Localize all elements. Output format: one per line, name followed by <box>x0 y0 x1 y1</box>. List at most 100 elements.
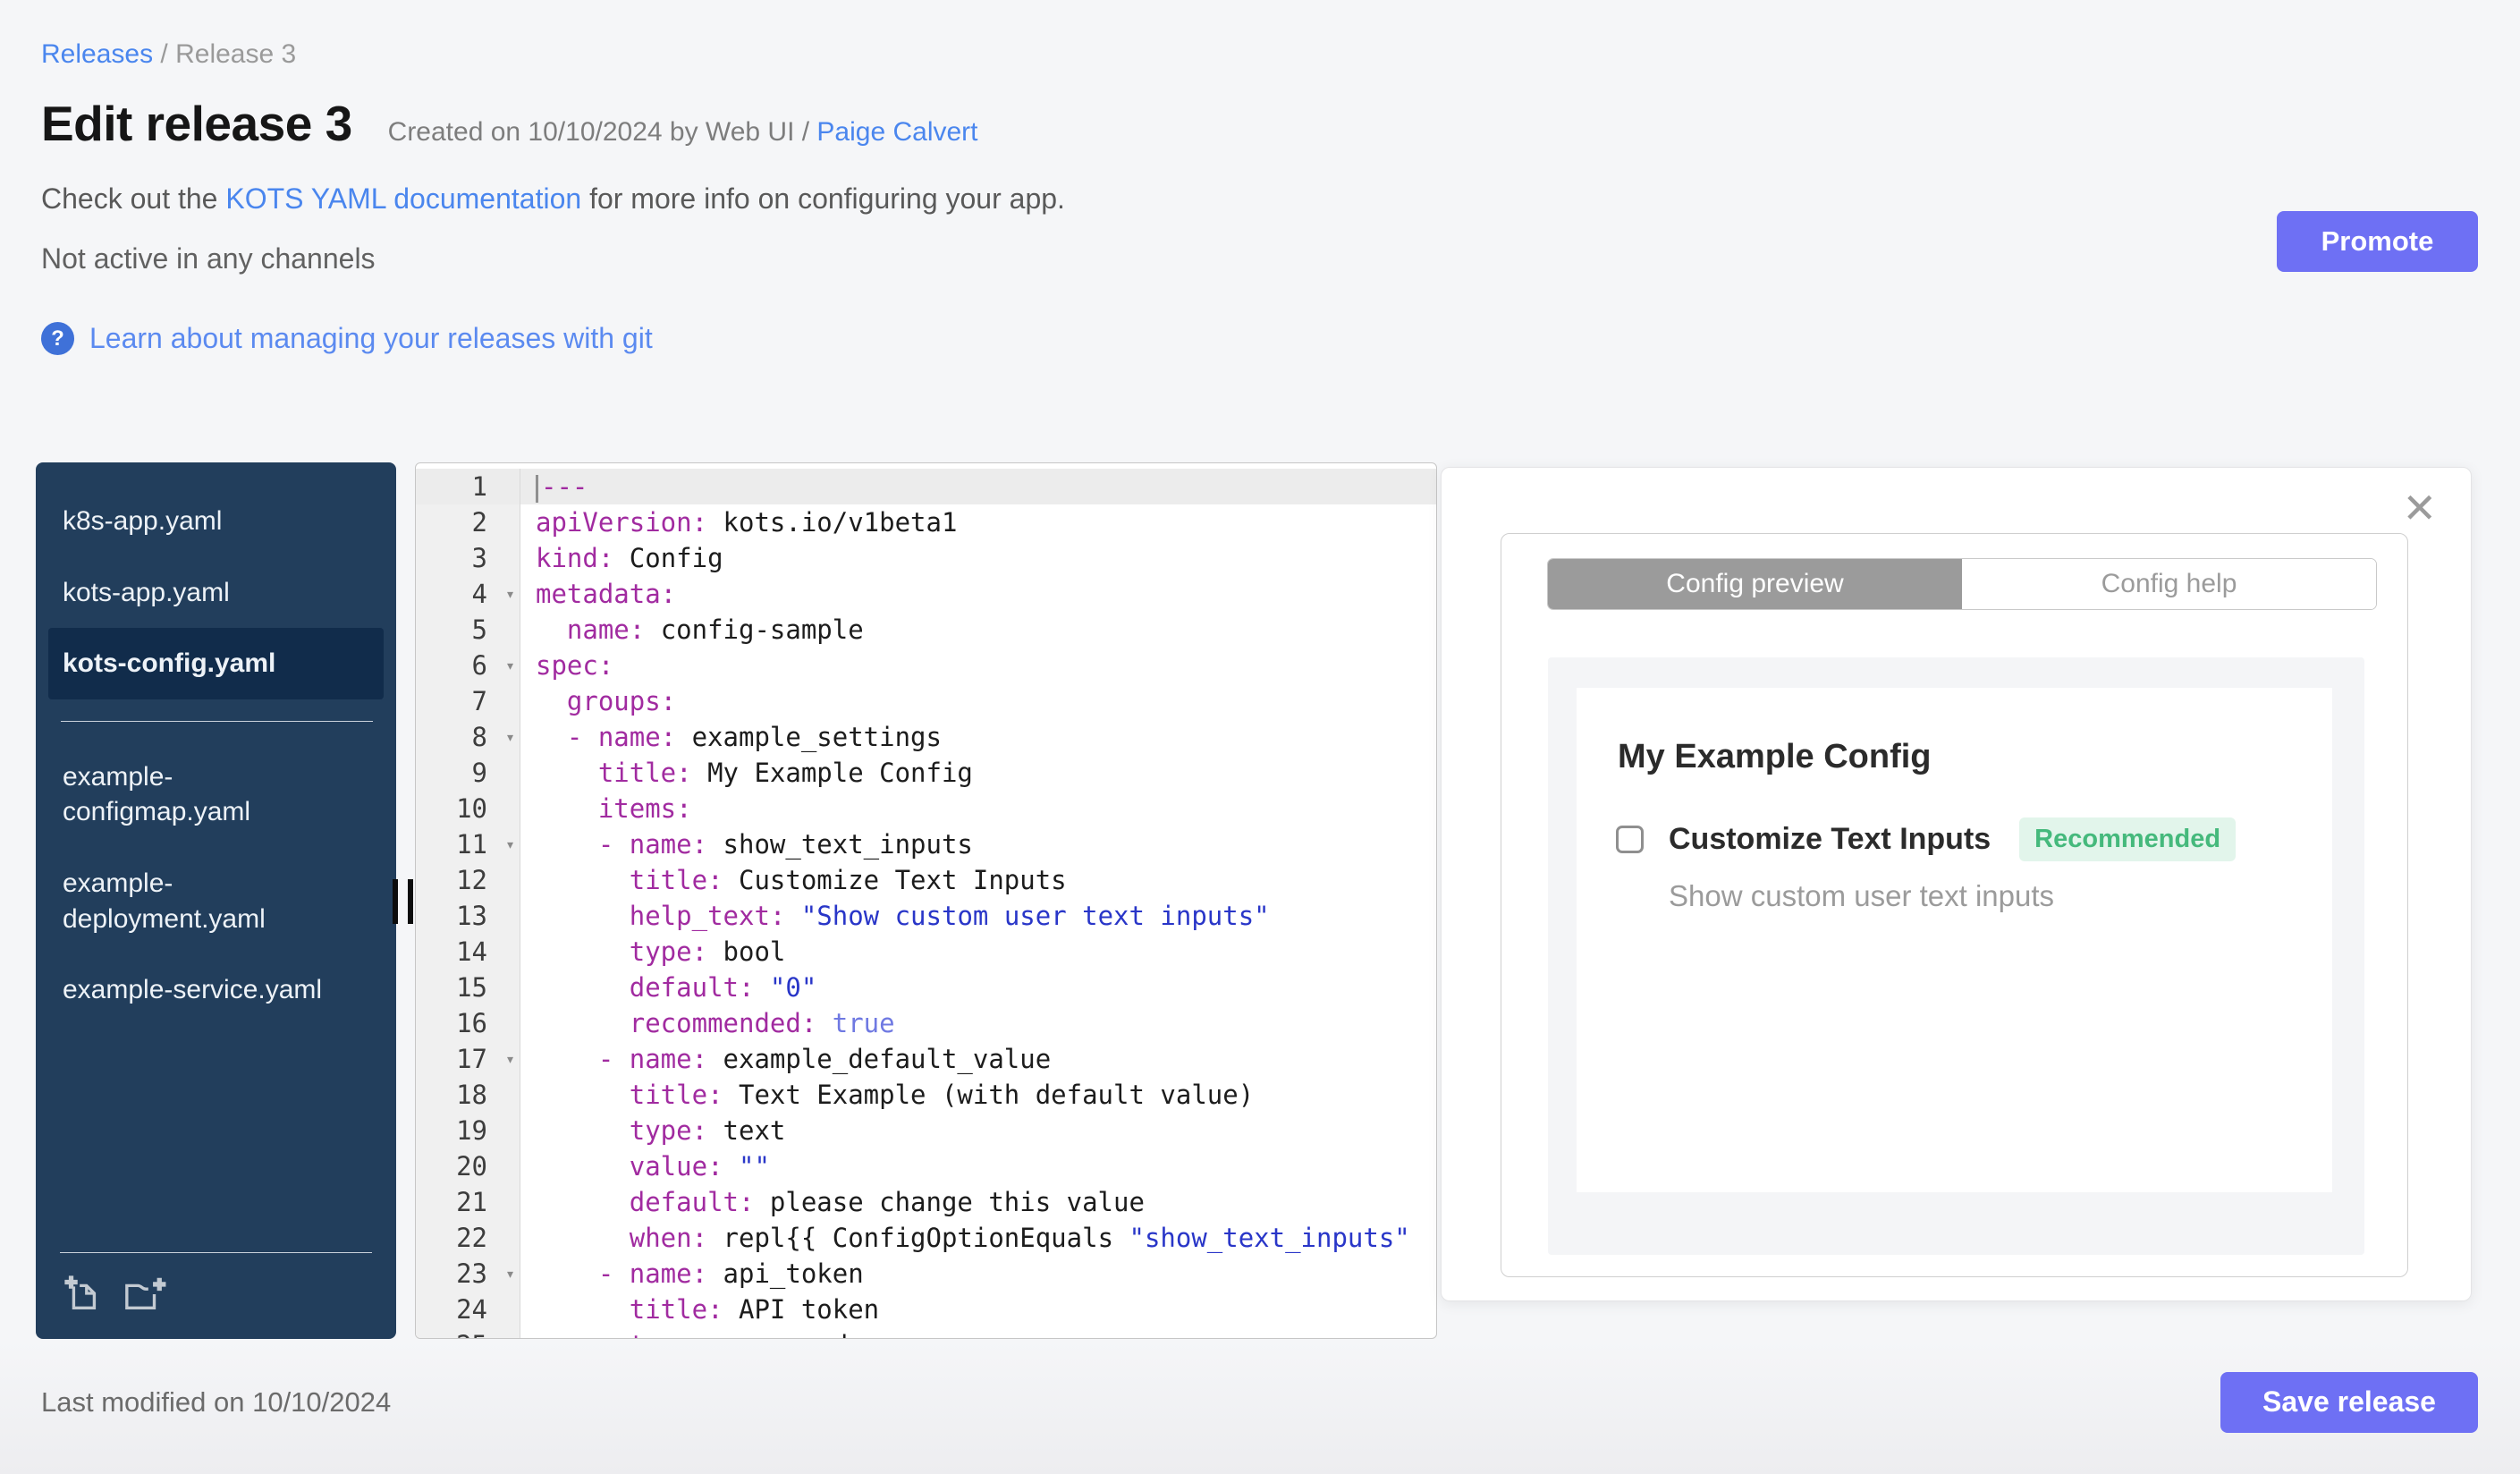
new-folder-icon <box>121 1277 167 1317</box>
footer-bar: Last modified on 10/10/2024 Save release <box>0 1339 2520 1474</box>
code-line-24[interactable]: 24 title: API token <box>416 1292 1436 1327</box>
code-text: value: "" <box>629 1151 770 1182</box>
fold-arrow-icon[interactable]: ▾ <box>505 1042 515 1078</box>
config-card: Config preview Config help My Example Con… <box>1501 533 2408 1277</box>
file-sidebar: k8s-app.yaml kots-app.yaml kots-config.yam… <box>36 462 396 1339</box>
sidebar-file-example-configmap-yaml[interactable]: example-configmap.yaml <box>48 741 384 848</box>
code-line-7[interactable]: 7 groups: <box>416 683 1436 719</box>
breadcrumb-releases-link[interactable]: Releases <box>41 39 153 69</box>
new-file-button[interactable] <box>62 1273 103 1314</box>
code-line-21[interactable]: 21 default: please change this value <box>416 1184 1436 1220</box>
line-number: 11 ▾ <box>416 826 520 862</box>
tab-config-help[interactable]: Config help <box>1962 559 2376 609</box>
customize-text-inputs-checkbox[interactable] <box>1616 826 1644 853</box>
sidebar-file-example-service-yaml[interactable]: example-service.yaml <box>48 954 384 1026</box>
sidebar-resize-handle[interactable] <box>393 879 413 924</box>
documentation-hint: Check out the KOTS YAML documentation fo… <box>41 182 1065 215</box>
release-editor-page: Releases / Release 3 Edit release 3 Crea… <box>0 0 2520 1474</box>
breadcrumb: Releases / Release 3 <box>41 0 2478 70</box>
code-text: type: password <box>520 1327 1436 1338</box>
config-preview-panel: ✕ Config preview Config help My Example C… <box>1441 467 2472 1301</box>
new-folder-button[interactable] <box>121 1273 167 1314</box>
sidebar-footer <box>60 1252 372 1339</box>
code-line-19[interactable]: 19 type: text <box>416 1113 1436 1148</box>
code-line-2[interactable]: 2 apiVersion: kots.io/v1beta1 <box>416 504 1436 540</box>
code-text: apiVersion: kots.io/v1beta1 <box>536 507 958 538</box>
line-number: 24 <box>416 1292 520 1327</box>
tab-config-preview[interactable]: Config preview <box>1548 559 1962 609</box>
code-line-14[interactable]: 14 type: bool <box>416 934 1436 970</box>
code-line-9[interactable]: 9 title: My Example Config <box>416 755 1436 791</box>
sidebar-file-kots-app-yaml[interactable]: kots-app.yaml <box>48 557 384 629</box>
line-number: 21 <box>416 1184 520 1220</box>
line-number: 25 <box>416 1327 520 1338</box>
code-text: when: repl{{ ConfigOptionEquals "show_te… <box>629 1223 1410 1253</box>
code-line-13[interactable]: 13 help_text: "Show custom user text inp… <box>416 898 1436 934</box>
line-number: 18 <box>416 1077 520 1113</box>
config-form: My Example Config Customize Text Inputs … <box>1577 688 2332 1192</box>
line-number: 6 ▾ <box>416 648 520 683</box>
code-text: - name: api_token <box>597 1258 864 1289</box>
code-line-18[interactable]: 18 title: Text Example (with default val… <box>416 1077 1436 1113</box>
editor-workspace: k8s-app.yaml kots-app.yaml kots-config.yam… <box>36 462 2479 1339</box>
code-line-20[interactable]: 20 value: "" <box>416 1148 1436 1184</box>
line-number: 17 ▾ <box>416 1041 520 1077</box>
code-line-23[interactable]: 23 ▾ - name: api_token <box>416 1256 1436 1292</box>
fold-arrow-icon[interactable]: ▾ <box>505 827 515 863</box>
close-icon[interactable]: ✕ <box>2402 484 2437 532</box>
line-number: 23 ▾ <box>416 1256 520 1292</box>
fold-arrow-icon[interactable]: ▾ <box>505 720 515 756</box>
code-line-3[interactable]: 3 kind: Config <box>416 540 1436 576</box>
sidebar-divider <box>61 720 373 722</box>
breadcrumb-separator: / <box>153 39 176 69</box>
code-line-12[interactable]: 12 title: Customize Text Inputs <box>416 862 1436 898</box>
sidebar-file-example-deployment-yaml[interactable]: example-deployment.yaml <box>48 848 384 954</box>
code-text: items: <box>597 793 692 824</box>
file-list: k8s-app.yaml kots-app.yaml kots-config.yam… <box>36 462 396 1026</box>
config-item-help: Show custom user text inputs <box>1669 879 2055 912</box>
line-number: 7 <box>416 683 520 719</box>
code-text: title: My Example Config <box>597 758 973 788</box>
code-line-1[interactable]: 1 --- <box>416 469 1436 504</box>
page-title: Edit release 3 <box>41 96 352 151</box>
code-line-5[interactable]: 5 name: config-sample <box>416 612 1436 648</box>
code-line-4[interactable]: 4 ▾ metadata: <box>416 576 1436 612</box>
kots-yaml-docs-link[interactable]: KOTS YAML documentation <box>225 182 581 215</box>
promote-button[interactable]: Promote <box>2277 211 2478 272</box>
line-number: 2 <box>416 504 520 540</box>
fold-arrow-icon[interactable]: ▾ <box>505 1257 515 1292</box>
code-line-11[interactable]: 11 ▾ - name: show_text_inputs <box>416 826 1436 862</box>
fold-arrow-icon[interactable]: ▾ <box>505 577 515 613</box>
code-line-6[interactable]: 6 ▾ spec: <box>416 648 1436 683</box>
new-file-icon <box>62 1275 103 1317</box>
author-link[interactable]: Paige Calvert <box>816 117 977 147</box>
question-circle-icon[interactable]: ? <box>41 322 74 355</box>
line-number: 20 <box>416 1148 520 1184</box>
code-line-15[interactable]: 15 default: "0" <box>416 970 1436 1005</box>
git-releases-link[interactable]: Learn about managing your releases with … <box>89 322 653 355</box>
code-line-22[interactable]: 22 when: repl{{ ConfigOptionEquals "show… <box>416 1220 1436 1256</box>
code-text: metadata: <box>536 579 677 609</box>
code-text: title: API token <box>629 1294 880 1325</box>
code-text: - name: example_default_value <box>597 1044 1052 1074</box>
save-release-button[interactable]: Save release <box>2220 1371 2478 1433</box>
code-line-8[interactable]: 8 ▾ - name: example_settings <box>416 719 1436 755</box>
line-number: 1 <box>416 469 520 504</box>
sidebar-file-kots-config-yaml[interactable]: kots-config.yaml <box>48 628 384 699</box>
line-number: 8 ▾ <box>416 719 520 755</box>
code-line-10[interactable]: 10 items: <box>416 791 1436 826</box>
code-line-17[interactable]: 17 ▾ - name: example_default_value <box>416 1041 1436 1077</box>
channel-status: Not active in any channels <box>41 242 376 275</box>
code-line-25[interactable]: 25 type: password <box>416 1327 1436 1338</box>
title-row: Edit release 3 Created on 10/10/2024 by … <box>41 95 2478 152</box>
sidebar-file-k8s-app-yaml[interactable]: k8s-app.yaml <box>48 486 384 557</box>
fold-arrow-icon[interactable]: ▾ <box>505 648 515 684</box>
code-text: - name: show_text_inputs <box>597 829 973 860</box>
config-item-label: Customize Text Inputs <box>1669 822 1991 856</box>
code-line-16[interactable]: 16 recommended: true <box>416 1005 1436 1041</box>
yaml-code-editor[interactable]: 1 --- 2 apiVersion: kots.io/v1beta1 3 kind: C… <box>415 462 1437 1339</box>
line-number: 22 <box>416 1220 520 1256</box>
code-text: help_text: "Show custom user text inputs… <box>629 901 1270 931</box>
line-number: 13 <box>416 898 520 934</box>
line-number: 15 <box>416 970 520 1005</box>
